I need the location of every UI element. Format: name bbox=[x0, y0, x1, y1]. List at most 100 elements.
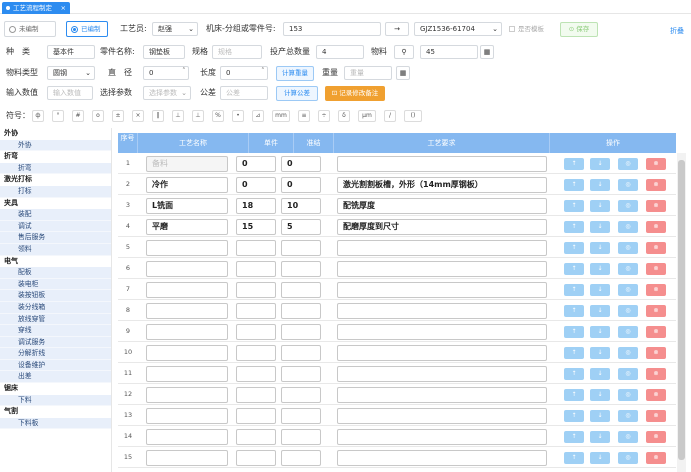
sidebar-item[interactable]: 配板 bbox=[0, 267, 111, 279]
process-name-input[interactable] bbox=[146, 408, 228, 424]
delete-button[interactable]: ⊗ bbox=[646, 347, 666, 359]
stepper-icon[interactable]: ⌃⌄ bbox=[261, 67, 265, 79]
sidebar-item[interactable]: 折弯 bbox=[0, 162, 111, 175]
process-name-input[interactable] bbox=[146, 240, 228, 256]
symbol-button[interactable]: ⊿ bbox=[252, 110, 264, 122]
single-input[interactable] bbox=[236, 324, 276, 340]
sidebar-group[interactable]: 外协 bbox=[0, 128, 111, 140]
symbol-button[interactable]: × bbox=[132, 110, 144, 122]
view-button[interactable]: ◎ bbox=[618, 410, 638, 422]
sidebar-item[interactable]: 调试 bbox=[0, 220, 111, 233]
process-name-input[interactable] bbox=[146, 429, 228, 445]
requirement-input[interactable] bbox=[337, 324, 547, 340]
single-input[interactable] bbox=[236, 408, 276, 424]
move-up-button[interactable]: ↑ bbox=[564, 305, 584, 317]
requirement-input[interactable] bbox=[337, 240, 547, 256]
process-name-input[interactable] bbox=[146, 303, 228, 319]
move-up-button[interactable]: ↑ bbox=[564, 284, 584, 296]
delete-button[interactable]: ⊗ bbox=[646, 410, 666, 422]
move-down-button[interactable]: ↓ bbox=[590, 221, 610, 233]
sidebar-item[interactable]: 装电柜 bbox=[0, 278, 111, 291]
sidebar-item[interactable]: 下料板 bbox=[0, 417, 111, 430]
tolerance-input[interactable]: 公差 bbox=[220, 86, 268, 100]
code-select[interactable]: GJZ1536-61704 ⌄ bbox=[414, 22, 502, 36]
move-up-button[interactable]: ↑ bbox=[564, 200, 584, 212]
delete-button[interactable]: ⊗ bbox=[646, 263, 666, 275]
symbol-button[interactable]: ≡ bbox=[298, 110, 310, 122]
process-name-input[interactable] bbox=[146, 345, 228, 361]
input-value-field[interactable]: 输入数值 bbox=[47, 86, 93, 100]
sidebar-group[interactable]: 激光打标 bbox=[0, 174, 111, 186]
view-button[interactable]: ◎ bbox=[618, 200, 638, 212]
kind-input[interactable]: 基本件 bbox=[47, 45, 95, 59]
close-icon[interactable]: × bbox=[61, 2, 66, 14]
process-name-input[interactable]: 备料 bbox=[146, 156, 228, 172]
prep-input[interactable] bbox=[281, 387, 321, 403]
view-button[interactable]: ◎ bbox=[618, 431, 638, 443]
requirement-input[interactable] bbox=[337, 303, 547, 319]
move-down-button[interactable]: ↓ bbox=[590, 158, 610, 170]
delete-button[interactable]: ⊗ bbox=[646, 284, 666, 296]
sidebar-item[interactable]: 外协 bbox=[0, 139, 111, 152]
spec-input[interactable]: 规格 bbox=[212, 45, 262, 59]
view-button[interactable]: ◎ bbox=[618, 452, 638, 464]
symbol-button[interactable]: ÷ bbox=[318, 110, 330, 122]
single-input[interactable] bbox=[236, 240, 276, 256]
single-input[interactable] bbox=[236, 429, 276, 445]
process-name-input[interactable]: 平磨 bbox=[146, 219, 228, 235]
requirement-input[interactable] bbox=[337, 429, 547, 445]
process-name-input[interactable]: L铣面 bbox=[146, 198, 228, 214]
delete-button[interactable]: ⊗ bbox=[646, 326, 666, 338]
diameter-stepper[interactable]: 0⌃⌄ bbox=[143, 66, 189, 80]
requirement-input[interactable]: 激光割割板槽，外形（14mm厚钢板） bbox=[337, 177, 547, 193]
move-down-button[interactable]: ↓ bbox=[590, 452, 610, 464]
mode-unedited-radio[interactable]: 未编制 bbox=[4, 21, 56, 37]
symbol-button[interactable]: ° bbox=[52, 110, 64, 122]
process-name-input[interactable]: 冷作 bbox=[146, 177, 228, 193]
calendar-icon[interactable]: ▦ bbox=[480, 45, 494, 59]
craftsman-select[interactable]: 赵强 ⌄ bbox=[152, 22, 198, 36]
single-input[interactable] bbox=[236, 261, 276, 277]
sidebar-group[interactable]: 锯床 bbox=[0, 383, 111, 395]
calc-tolerance-button[interactable]: 计算公差 bbox=[276, 86, 318, 101]
symbol-button[interactable]: () bbox=[404, 110, 422, 122]
delete-button[interactable]: ⊗ bbox=[646, 179, 666, 191]
save-button[interactable]: ⊙ 保存 bbox=[560, 22, 598, 37]
move-down-button[interactable]: ↓ bbox=[590, 242, 610, 254]
sidebar-item[interactable]: 调试服务 bbox=[0, 336, 111, 349]
sidebar-item[interactable]: 装分线箱 bbox=[0, 301, 111, 314]
move-up-button[interactable]: ↑ bbox=[564, 431, 584, 443]
process-name-input[interactable] bbox=[146, 261, 228, 277]
view-button[interactable]: ◎ bbox=[618, 368, 638, 380]
prep-input[interactable] bbox=[281, 324, 321, 340]
template-checkbox[interactable]: 是否模板 bbox=[509, 22, 544, 36]
single-input[interactable] bbox=[236, 282, 276, 298]
single-input[interactable]: 15 bbox=[236, 219, 276, 235]
requirement-input[interactable] bbox=[337, 282, 547, 298]
single-input[interactable] bbox=[236, 387, 276, 403]
symbol-button[interactable]: • bbox=[232, 110, 244, 122]
material-input[interactable]: 45 bbox=[420, 45, 478, 59]
move-up-button[interactable]: ↑ bbox=[564, 221, 584, 233]
move-down-button[interactable]: ↓ bbox=[590, 347, 610, 359]
view-button[interactable]: ◎ bbox=[618, 389, 638, 401]
single-input[interactable] bbox=[236, 450, 276, 466]
prep-input[interactable]: 10 bbox=[281, 198, 321, 214]
move-down-button[interactable]: ↓ bbox=[590, 284, 610, 296]
delete-button[interactable]: ⊗ bbox=[646, 200, 666, 212]
prep-input[interactable]: 0 bbox=[281, 177, 321, 193]
length-stepper[interactable]: 0⌃⌄ bbox=[220, 66, 268, 80]
move-up-button[interactable]: ↑ bbox=[564, 326, 584, 338]
move-down-button[interactable]: ↓ bbox=[590, 179, 610, 191]
prep-input[interactable] bbox=[281, 303, 321, 319]
delete-button[interactable]: ⊗ bbox=[646, 389, 666, 401]
single-input[interactable] bbox=[236, 345, 276, 361]
prep-input[interactable] bbox=[281, 408, 321, 424]
sidebar-group[interactable]: 电气 bbox=[0, 255, 111, 268]
requirement-input[interactable] bbox=[337, 366, 547, 382]
move-up-button[interactable]: ↑ bbox=[564, 242, 584, 254]
delete-button[interactable]: ⊗ bbox=[646, 305, 666, 317]
sidebar-item[interactable]: 出差 bbox=[0, 371, 111, 384]
sidebar-item[interactable]: 装按钮板 bbox=[0, 290, 111, 302]
tab-process-plan[interactable]: 工艺流程制定 × bbox=[2, 2, 70, 14]
